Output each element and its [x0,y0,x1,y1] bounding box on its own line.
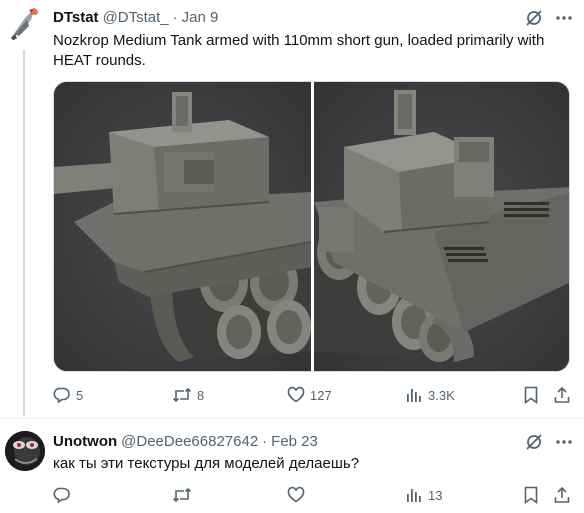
tank-image-rear[interactable] [314,82,569,371]
views-button[interactable]: 13 [405,484,442,506]
tweet[interactable]: DTstat @DTstat_ · Jan 9 Nozkrop Medium T… [0,0,584,418]
tweet-media[interactable] [53,81,570,372]
more-icon[interactable] [554,432,574,452]
tweet-header: Unotwon @DeeDee66827642 · Feb 23 [53,431,318,451]
repost-count: 8 [197,387,205,403]
tweet-text: Nozkrop Medium Tank armed with 110mm sho… [53,32,545,69]
share-button[interactable] [553,484,571,506]
bookmark-button[interactable] [523,384,539,406]
tweet-actions: 5 8 127 3.3K [53,384,575,406]
share-button[interactable] [553,384,571,406]
tweet-date[interactable]: Jan 9 [182,9,219,26]
tweet-date[interactable]: Feb 23 [271,433,318,450]
reply-icon [53,386,71,404]
tweet-actions: 13 [53,484,575,506]
bookmark-button[interactable] [523,484,539,506]
author-handle[interactable]: @DeeDee66827642 [121,433,258,450]
repost-button[interactable] [172,484,192,506]
like-icon [287,386,305,404]
grok-icon[interactable] [524,432,544,452]
reply-button[interactable] [53,484,71,506]
author-handle[interactable]: @DTstat_ [103,9,169,26]
views-button[interactable]: 3.3K [405,384,455,406]
tweet-header: DTstat @DTstat_ · Jan 9 [53,7,218,27]
repost-icon [172,386,192,404]
repost-button[interactable]: 8 [172,384,204,406]
author-name[interactable]: Unotwon [53,433,117,450]
tweet-top-actions [524,8,574,28]
author-name[interactable]: DTstat [53,9,99,26]
separator: · [262,432,268,450]
grok-icon[interactable] [524,8,544,28]
view-count: 3.3K [428,387,455,403]
like-icon [287,486,305,504]
tank-image-front[interactable] [54,82,312,371]
reply-count: 5 [76,387,84,403]
tweet-top-actions [524,432,574,452]
view-count: 13 [428,487,443,503]
tweet-text: как ты эти текстуры для моделей делаешь? [53,455,360,472]
like-count: 127 [310,387,332,403]
like-button[interactable]: 127 [287,384,332,406]
reply-icon [53,486,71,504]
bookmark-icon [523,486,539,504]
reply-button[interactable]: 5 [53,384,83,406]
share-icon [553,486,571,504]
bookmark-icon [523,386,539,404]
views-icon [405,486,423,504]
views-icon [405,386,423,404]
avatar[interactable] [5,431,45,471]
separator: · [172,8,178,26]
like-button[interactable] [287,484,305,506]
avatar[interactable] [5,4,45,44]
more-icon[interactable] [554,8,574,28]
tweet[interactable]: Unotwon @DeeDee66827642 · Feb 23 как ты … [0,418,584,513]
share-icon [553,386,571,404]
repost-icon [172,486,192,504]
